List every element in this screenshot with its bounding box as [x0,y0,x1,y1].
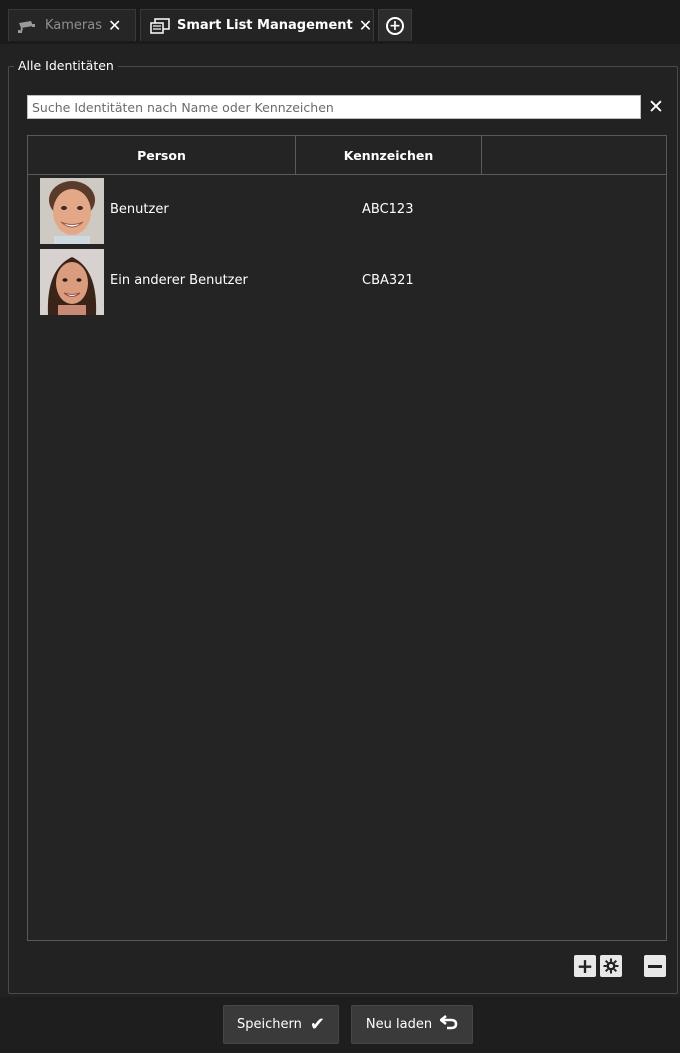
tab-kameras-label: Kameras [45,18,103,33]
group-legend: Alle Identitäten [14,58,118,73]
plus-circle-icon: + [386,16,404,35]
add-tab-button[interactable]: + [378,9,412,41]
person-name: Ein anderer Benutzer [110,273,248,288]
list-management-icon [149,17,171,34]
save-button[interactable]: Speichern ✔ [223,1005,339,1044]
footer-bar [0,997,680,1053]
close-icon[interactable]: ✕ [108,16,121,35]
column-header-person[interactable]: Person [28,136,296,175]
license-plate: CBA321 [362,273,414,288]
tab-smart-list-label: Smart List Management [177,18,353,33]
gear-icon [603,958,619,974]
column-header-empty[interactable] [482,136,666,175]
table-row[interactable]: Ein anderer Benutzer CBA321 [28,249,666,315]
avatar [40,249,104,315]
table-header: Person Kennzeichen [28,136,666,175]
table-row[interactable]: Benutzer ABC123 [28,178,666,244]
add-identity-button[interactable]: + [574,954,596,978]
license-plate: ABC123 [362,202,414,217]
reload-button[interactable]: Neu laden [351,1005,473,1044]
remove-identity-button[interactable] [644,955,666,977]
person-name: Benutzer [110,202,169,217]
reload-button-label: Neu laden [365,1017,433,1032]
minus-icon [648,964,662,968]
search-input[interactable] [27,95,641,119]
close-icon[interactable]: ✕ [359,16,372,35]
undo-arrow-icon [439,1014,458,1035]
camera-icon [17,18,39,34]
column-header-kennzeichen[interactable]: Kennzeichen [296,136,482,175]
checkmark-icon: ✔ [309,1014,325,1035]
avatar [40,178,104,244]
identities-table: Person Kennzeichen Benutzer ABC123 Ein a… [27,135,667,941]
save-button-label: Speichern [237,1017,302,1032]
plus-icon: + [576,954,594,978]
clear-search-icon[interactable]: ✕ [645,95,667,119]
tab-kameras[interactable]: Kameras ✕ [8,9,136,41]
tab-smart-list-management[interactable]: Smart List Management ✕ [140,9,374,41]
settings-button[interactable] [600,955,622,977]
